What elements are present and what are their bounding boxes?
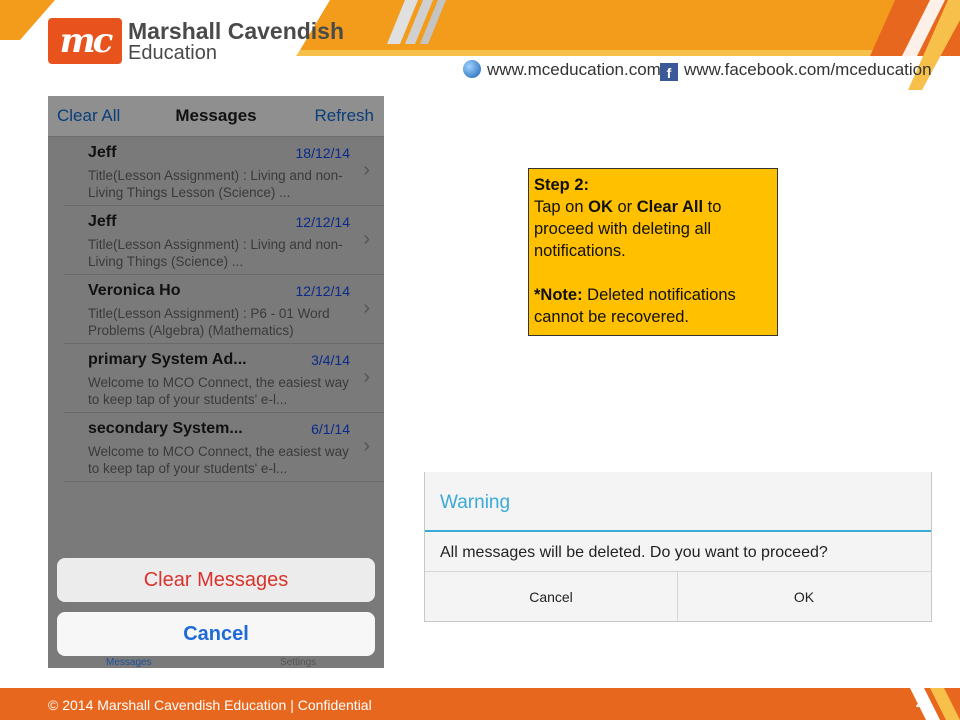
message-date: 3/4/14 — [311, 352, 350, 368]
dialog-ok-button[interactable]: OK — [678, 572, 930, 622]
chevron-right-icon: › — [363, 297, 370, 319]
sheet-cancel-button[interactable]: Cancel — [57, 612, 375, 656]
message-row[interactable]: Jeff 12/12/14 Title(Lesson Assignment) :… — [64, 206, 384, 275]
message-preview: Title(Lesson Assignment) : P6 - 01 Word … — [88, 306, 330, 338]
message-date: 12/12/14 — [295, 283, 351, 299]
message-preview: Title(Lesson Assignment) : Living and no… — [88, 168, 343, 200]
facebook-link[interactable]: f www.facebook.com/mceducation — [660, 60, 932, 81]
brand-logo: mc — [48, 18, 122, 64]
brand-name-line2: Education — [128, 42, 217, 64]
message-row[interactable]: Jeff 18/12/14 Title(Lesson Assignment) :… — [64, 137, 384, 206]
dialog-title: Warning — [440, 492, 511, 513]
message-sender: primary System Ad... — [88, 351, 247, 368]
tab-bar: Messages Settings — [48, 657, 384, 668]
message-sender: Jeff — [88, 144, 117, 161]
warning-dialog: Warning All messages will be deleted. Do… — [424, 472, 932, 622]
phone-screenshot: Clear All Messages Refresh Jeff 18/12/14… — [48, 96, 384, 668]
message-row[interactable]: Veronica Ho 12/12/14 Title(Lesson Assign… — [64, 275, 384, 344]
messages-navbar: Clear All Messages Refresh — [48, 96, 384, 137]
tab-messages[interactable]: Messages — [106, 657, 152, 668]
refresh-button[interactable]: Refresh — [314, 106, 374, 126]
dialog-buttons: Cancel OK — [425, 571, 931, 622]
dialog-divider — [425, 530, 931, 532]
message-preview: Welcome to MCO Connect, the easiest way … — [88, 375, 349, 407]
brand-name-line1: Marshall Cavendish — [128, 18, 345, 44]
instruction-callout: Step 2: Tap on OK or Clear All to procee… — [528, 168, 778, 336]
message-preview: Title(Lesson Assignment) : Living and no… — [88, 237, 343, 269]
instruction-text-1: Tap on — [534, 198, 589, 216]
message-date: 6/1/14 — [311, 421, 350, 437]
header-banner: mc Marshall Cavendish Education www.mced… — [0, 0, 960, 92]
message-row[interactable]: primary System Ad... 3/4/14 Welcome to M… — [64, 344, 384, 413]
chevron-right-icon: › — [363, 228, 370, 250]
clear-messages-button[interactable]: Clear Messages — [57, 558, 375, 602]
note-label: *Note: — [534, 286, 583, 304]
instruction-clear-all: Clear All — [636, 198, 704, 216]
message-date: 18/12/14 — [295, 145, 351, 161]
website-link-text: www.mceducation.com — [487, 60, 661, 79]
tab-settings[interactable]: Settings — [280, 657, 316, 668]
message-sender: Veronica Ho — [88, 282, 181, 299]
globe-icon — [463, 60, 481, 78]
footer-stripes — [910, 688, 960, 720]
chevron-right-icon: › — [363, 366, 370, 388]
message-preview: Welcome to MCO Connect, the easiest way … — [88, 444, 349, 476]
instruction-text-2: or — [612, 198, 637, 216]
page-number: 21 — [915, 698, 928, 710]
message-date: 12/12/14 — [295, 214, 351, 230]
chevron-right-icon: › — [363, 435, 370, 457]
message-row[interactable]: secondary System... 6/1/14 Welcome to MC… — [64, 413, 384, 482]
message-sender: secondary System... — [88, 420, 243, 437]
website-link[interactable]: www.mceducation.com — [463, 60, 661, 80]
footer-bar: © 2014 Marshall Cavendish Education | Co… — [0, 688, 960, 720]
facebook-icon: f — [660, 63, 678, 81]
message-sender: Jeff — [88, 213, 117, 230]
facebook-link-text: www.facebook.com/mceducation — [684, 60, 932, 79]
brand-name: Marshall Cavendish Education — [128, 18, 345, 65]
dialog-cancel-button[interactable]: Cancel — [425, 572, 678, 622]
footer-copyright: © 2014 Marshall Cavendish Education | Co… — [48, 697, 372, 713]
step-label: Step 2: — [534, 176, 590, 194]
instruction-ok: OK — [588, 198, 613, 216]
chevron-right-icon: › — [363, 159, 370, 181]
dialog-message: All messages will be deleted. Do you wan… — [440, 544, 828, 561]
